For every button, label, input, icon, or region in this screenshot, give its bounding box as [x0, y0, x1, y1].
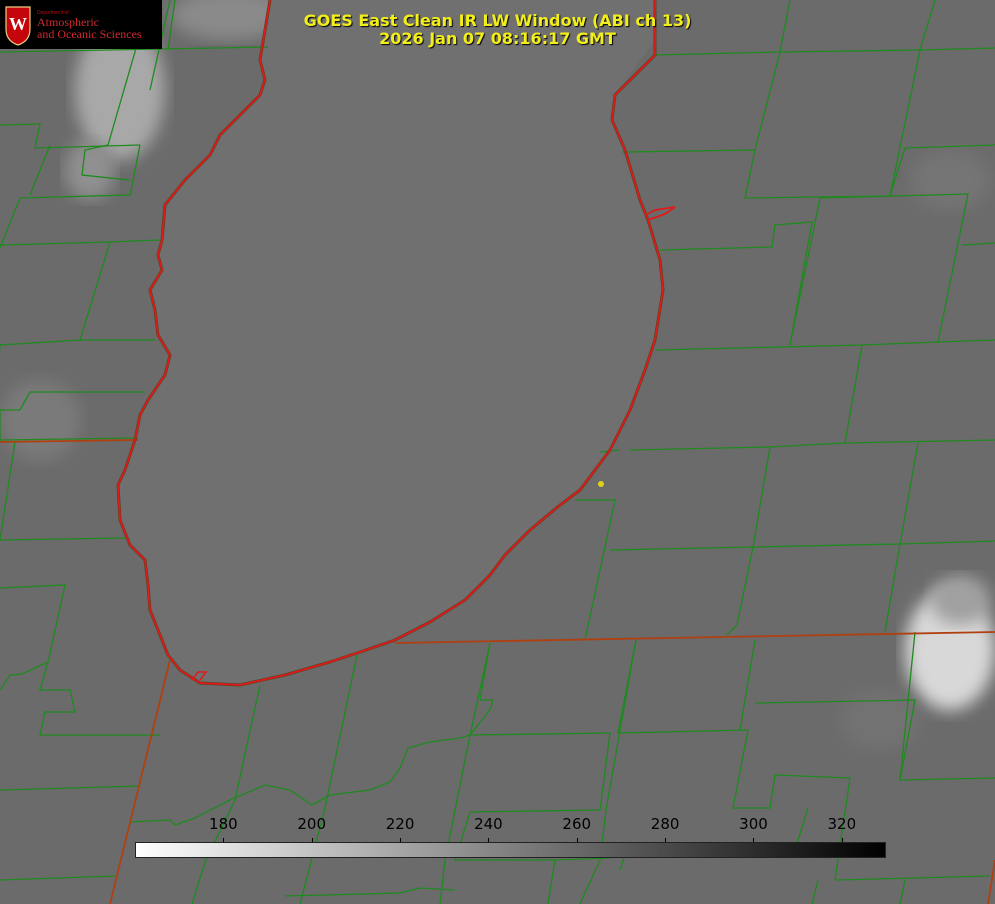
station-marker	[598, 481, 604, 487]
colorbar-tick-label: 320	[827, 815, 857, 833]
colorbar-tick-label: 220	[385, 815, 415, 833]
image-title: GOES East Clean IR LW Window (ABI ch 13)…	[250, 12, 745, 48]
colorbar-tick-label: 280	[650, 815, 680, 833]
colorbar-tick-label: 260	[562, 815, 592, 833]
uw-aos-logo: W Department of Atmospheric and Oceanic …	[0, 0, 162, 49]
satellite-map	[0, 0, 995, 904]
temperature-colorbar	[135, 842, 886, 858]
title-timestamp: 2026 Jan 07 08:16:17 GMT	[379, 29, 616, 48]
uw-crest-icon: W	[5, 5, 31, 46]
colorbar-tick-label: 180	[209, 815, 238, 833]
colorbar-tick-label: 300	[739, 815, 768, 833]
colorbar-tick-label: 240	[474, 815, 503, 833]
logo-line-1: Atmospheric	[37, 14, 99, 29]
logo-line-2: and Oceanic Sciences	[37, 26, 142, 41]
colorbar-tick-label: 200	[297, 815, 327, 833]
svg-text:W: W	[9, 14, 27, 34]
title-line-1: GOES East Clean IR LW Window (ABI ch 13)	[303, 11, 692, 30]
